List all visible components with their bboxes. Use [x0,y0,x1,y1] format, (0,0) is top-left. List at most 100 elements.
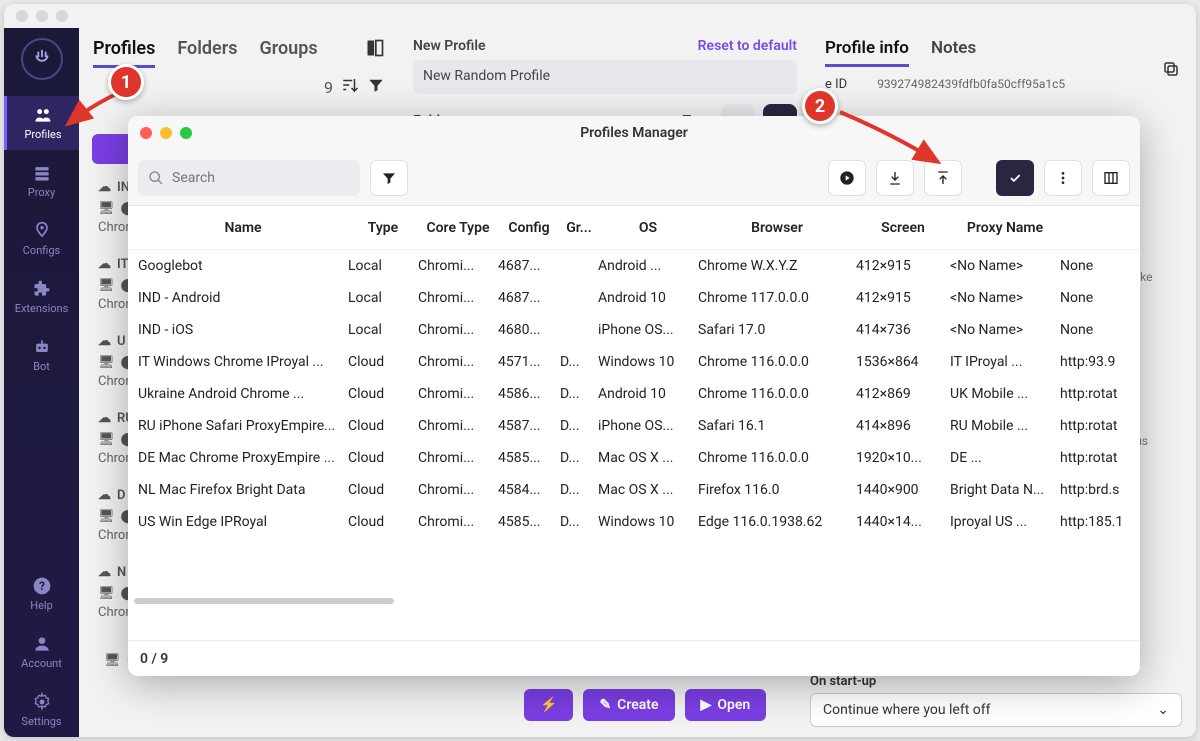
cell-browser: Firefox 116.0 [698,482,856,498]
cell-config: 4680... [498,322,560,338]
col-core[interactable]: Core Type [418,220,498,236]
cell-config: 4587... [498,418,560,434]
tab-groups[interactable]: Groups [259,38,317,68]
quick-action-button[interactable]: ⚡ [524,689,573,721]
cell-core: Chromi... [418,354,498,370]
cell-name: IT Windows Chrome IProyal ... [138,354,348,370]
tab-notes[interactable]: Notes [931,38,976,67]
sort-icon[interactable] [341,76,359,98]
layout-toggle-icon[interactable] [365,38,385,68]
cell-name: Ukraine Android Chrome ... [138,386,348,402]
macos-titlebar [4,4,1196,28]
cell-browser: Chrome 117.0.0.0 [698,290,856,306]
create-button[interactable]: ✎ Create [583,689,674,721]
cell-screen: 412×869 [856,386,950,402]
col-group[interactable]: Gr... [560,220,598,236]
nav-settings[interactable]: Settings [4,683,79,737]
modal-title: Profiles Manager [128,125,1140,141]
col-name[interactable]: Name [138,220,348,236]
cell-core: Chromi... [418,514,498,530]
cell-type: Local [348,258,418,274]
modal-select-all-button[interactable] [996,160,1034,196]
startup-select[interactable]: Continue where you left off ⌄ [810,693,1182,727]
modal-more-button[interactable] [1044,160,1082,196]
nav-bot[interactable]: Bot [4,328,79,382]
table-row[interactable]: DE Mac Chrome ProxyEmpire ...CloudChromi… [128,442,1140,474]
col-type[interactable]: Type [348,220,418,236]
cell-type: Cloud [348,482,418,498]
col-os[interactable]: OS [598,220,698,236]
close-traffic-light[interactable] [16,10,28,22]
cell-name: IND - Android [138,290,348,306]
modal-search[interactable] [138,160,360,196]
modal-search-input[interactable] [172,170,350,186]
chevron-down-icon: ⌄ [1157,702,1169,718]
col-browser[interactable]: Browser [698,220,856,236]
table-row[interactable]: IND - iOSLocalChromi...4680...iPhone OS.… [128,314,1140,346]
cell-core: Chromi... [418,290,498,306]
cell-last: http:93.9 [1060,354,1140,370]
profiles-table: Name Type Core Type Config Gr... OS Brow… [128,206,1140,640]
copy-icon[interactable] [1162,60,1180,82]
cell-screen: 1536×864 [856,354,950,370]
horizontal-scrollbar[interactable] [134,598,394,604]
table-row[interactable]: RU iPhone Safari ProxyEmpire...CloudChro… [128,410,1140,442]
modal-footer: 0 / 9 [128,640,1140,676]
cell-screen: 412×915 [856,258,950,274]
cell-type: Cloud [348,450,418,466]
nav-configs[interactable]: Configs [4,212,79,266]
tab-folders[interactable]: Folders [177,38,237,68]
cell-proxy: <No Name> [950,322,1060,338]
open-button[interactable]: ▶ Open [685,689,767,721]
col-config[interactable]: Config [498,220,560,236]
cell-last: http:brd.s [1060,482,1140,498]
tab-profile-info[interactable]: Profile info [825,38,909,67]
nav-account[interactable]: Account [4,625,79,679]
nav-help[interactable]: ? Help [4,567,79,621]
table-row[interactable]: IT Windows Chrome IProyal ...CloudChromi… [128,346,1140,378]
cell-core: Chromi... [418,418,498,434]
col-screen[interactable]: Screen [856,220,950,236]
cell-last: http:rotat [1060,386,1140,402]
nav-label: Account [21,657,62,670]
table-row[interactable]: NL Mac Firefox Bright DataCloudChromi...… [128,474,1140,506]
cell-type: Cloud [348,386,418,402]
nav-label: Extensions [15,302,69,315]
table-row[interactable]: GooglebotLocalChromi...4687...Android ..… [128,250,1140,282]
cell-screen: 414×736 [856,322,950,338]
cell-screen: 1440×14... [856,514,950,530]
cell-os: Android ... [598,258,698,274]
table-row[interactable]: IND - AndroidLocalChromi...4687...Androi… [128,282,1140,314]
cell-group: D... [560,482,598,498]
nav-proxy[interactable]: Proxy [4,154,79,208]
reset-to-default-link[interactable]: Reset to default [698,38,797,54]
cell-proxy: <No Name> [950,290,1060,306]
cell-core: Chromi... [418,450,498,466]
nav-extensions[interactable]: Extensions [4,270,79,324]
cell-os: Mac OS X ... [598,482,698,498]
annotation-badge-1: 1 [108,64,144,100]
cell-browser: Chrome 116.0.0.0 [698,450,856,466]
modal-columns-button[interactable] [1092,160,1130,196]
cell-os: Windows 10 [598,514,698,530]
filter-icon[interactable] [367,76,385,98]
minimize-traffic-light[interactable] [36,10,48,22]
nav-label: Settings [21,715,61,728]
cell-config: 4586... [498,386,560,402]
cell-core: Chromi... [418,386,498,402]
table-row[interactable]: US Win Edge IPRoyalCloudChromi...4585...… [128,506,1140,538]
zoom-traffic-light[interactable] [56,10,68,22]
cell-proxy: RU Mobile ... [950,418,1060,434]
col-proxy[interactable]: Proxy Name [950,220,1060,236]
cell-screen: 1920×10... [856,450,950,466]
cell-os: Android 10 [598,290,698,306]
cell-config: 4571... [498,354,560,370]
nav-label: Proxy [28,186,55,199]
profile-id-value: 939274982439fdfb0fa50cff95a1c5 [877,77,1065,92]
cell-os: iPhone OS... [598,322,698,338]
table-row[interactable]: Ukraine Android Chrome ...CloudChromi...… [128,378,1140,410]
startup-value: Continue where you left off [823,702,991,718]
profile-name-input[interactable]: New Random Profile [413,60,797,94]
cell-last: None [1060,290,1140,306]
modal-filter-button[interactable] [370,160,408,196]
